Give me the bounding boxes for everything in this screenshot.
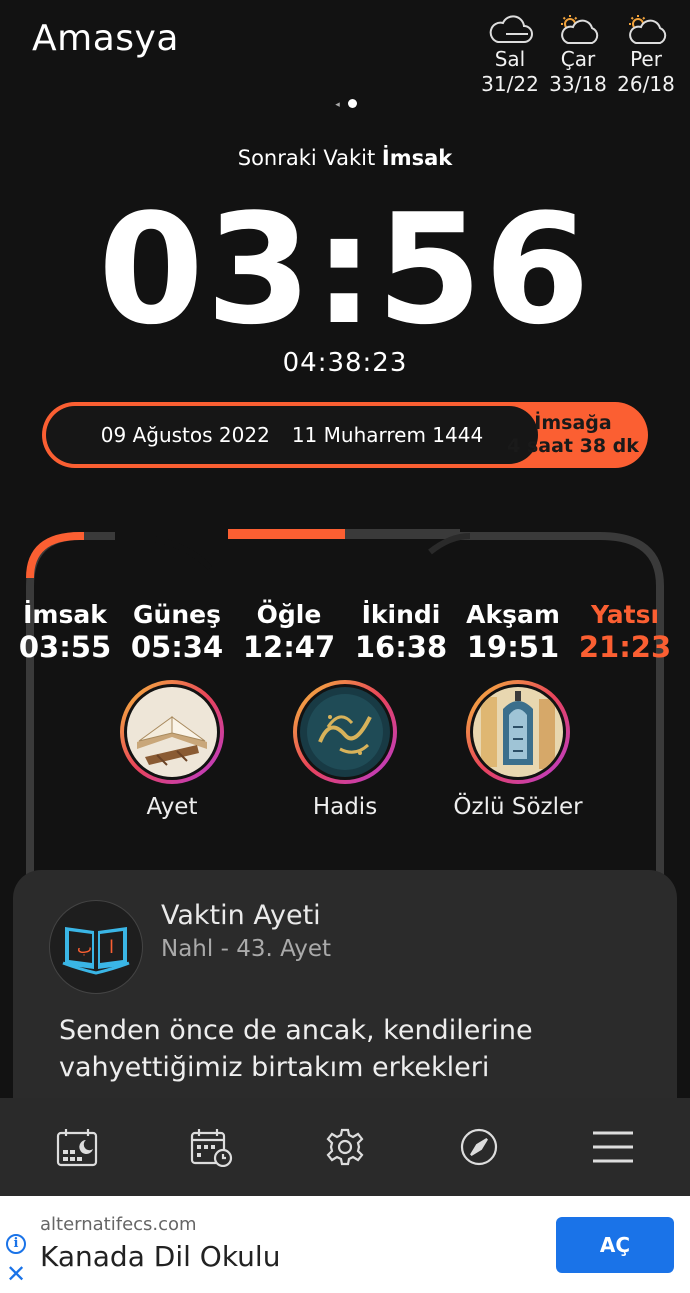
prayer-time: 21:23	[578, 630, 672, 664]
date-bar[interactable]: 09 Ağustos 2022 11 Muharrem 1444 İmsağa …	[42, 402, 648, 468]
prayer-time-ikindi[interactable]: İkindi 16:38	[346, 600, 456, 664]
cloud-icon	[489, 15, 533, 43]
compass-icon[interactable]	[449, 1117, 509, 1177]
calendar-clock-icon[interactable]	[181, 1117, 241, 1177]
prayer-name: Akşam	[466, 600, 560, 629]
prayer-time: 03:55	[18, 630, 112, 664]
verse-text: Senden önce de ancak, kendilerine vahyet…	[59, 1015, 533, 1083]
calendar-moon-icon[interactable]	[47, 1117, 107, 1177]
next-prayer-label: Sonraki Vakit İmsak	[0, 146, 690, 170]
card-title: Vaktin Ayeti	[161, 900, 321, 931]
sun-cloud-icon	[561, 15, 599, 44]
prayer-name: İmsak	[23, 600, 107, 629]
ad-url: alternatifecs.com	[40, 1214, 197, 1235]
date-display: 09 Ağustos 2022 11 Muharrem 1444	[46, 406, 538, 464]
remaining-value: 4 saat 38 dk	[507, 435, 639, 457]
stories-row: Ayet Hadis Özlü Sözler	[0, 680, 690, 830]
gear-icon[interactable]	[315, 1117, 375, 1177]
sun-cloud-icon	[629, 15, 667, 44]
story-ring	[293, 680, 397, 784]
weather-day-2: Çar 33/18	[548, 14, 608, 97]
next-prayer-name: İmsak	[381, 146, 453, 170]
ad-open-button[interactable]: AÇ	[556, 1217, 674, 1273]
ad-info-icon[interactable]: i	[6, 1234, 26, 1254]
prayer-time: 12:47	[242, 630, 336, 664]
story-label: Özlü Sözler	[453, 794, 583, 820]
prayer-time-aksam[interactable]: Akşam 19:51	[458, 600, 568, 664]
story-ayet[interactable]: Ayet	[87, 680, 257, 820]
city-name[interactable]: Amasya	[32, 18, 179, 59]
calligraphy-image	[300, 687, 390, 777]
prayer-times-row: İmsak 03:55 Güneş 05:34 Öğle 12:47 İkind…	[10, 600, 680, 664]
prayer-time: 19:51	[466, 630, 560, 664]
page-indicator[interactable]: ◂	[0, 93, 690, 112]
next-prayer-caption: Sonraki Vakit	[237, 146, 376, 170]
prayer-time: 16:38	[354, 630, 448, 664]
lantern-image	[473, 687, 563, 777]
ad-title[interactable]: Kanada Dil Okulu	[40, 1240, 280, 1273]
next-prayer-time: 03:56	[98, 181, 592, 358]
card-subtitle: Nahl - 43. Ayet	[161, 936, 332, 962]
close-icon[interactable]: ✕	[6, 1262, 26, 1286]
open-book-icon: ب ا	[49, 900, 143, 994]
bottom-nav	[0, 1098, 690, 1196]
prayer-time: 05:34	[130, 630, 224, 664]
prayer-name: İkindi	[361, 600, 441, 629]
weather-day-1: Sal 31/22	[480, 14, 540, 97]
prayer-time-ogle[interactable]: Öğle 12:47	[234, 600, 344, 664]
weather-day-label: Sal	[494, 47, 526, 71]
hijri-date: 11 Muharrem 1444	[291, 423, 484, 447]
prayer-time-yatsi[interactable]: Yatsı 21:23	[570, 600, 680, 664]
weather-day-label: Per	[630, 47, 662, 71]
gregorian-date: 09 Ağustos 2022	[100, 423, 270, 447]
svg-text:ا: ا	[109, 937, 114, 958]
location-arrow-icon: ◂	[335, 99, 340, 110]
quran-book-image	[127, 687, 217, 777]
story-ozlu-sozler[interactable]: Özlü Sözler	[433, 680, 603, 820]
remaining-label: İmsağa	[534, 412, 612, 434]
story-label: Hadis	[312, 794, 378, 820]
weather-forecast[interactable]: Sal 31/22 Çar 33/18 Per 26/18	[480, 14, 676, 97]
prayer-name: Yatsı	[590, 600, 660, 629]
prayer-name: Güneş	[133, 600, 221, 629]
menu-icon[interactable]	[583, 1117, 643, 1177]
prayer-time-gunes[interactable]: Güneş 05:34	[122, 600, 232, 664]
story-ring	[120, 680, 224, 784]
svg-text:ب: ب	[77, 938, 92, 957]
prayer-name: Öğle	[256, 600, 322, 629]
page-dot-active	[347, 99, 357, 108]
story-label: Ayet	[146, 794, 198, 820]
weather-day-label: Çar	[560, 47, 596, 71]
countdown: 04:38:23	[282, 348, 408, 378]
remaining-time: İmsağa 4 saat 38 dk	[498, 402, 648, 468]
weather-day-3: Per 26/18	[616, 14, 676, 97]
prayer-time-imsak[interactable]: İmsak 03:55	[10, 600, 120, 664]
story-hadis[interactable]: Hadis	[260, 680, 430, 820]
story-ring	[466, 680, 570, 784]
ad-banner[interactable]: i ✕ alternatifecs.com Kanada Dil Okulu A…	[0, 1196, 690, 1293]
